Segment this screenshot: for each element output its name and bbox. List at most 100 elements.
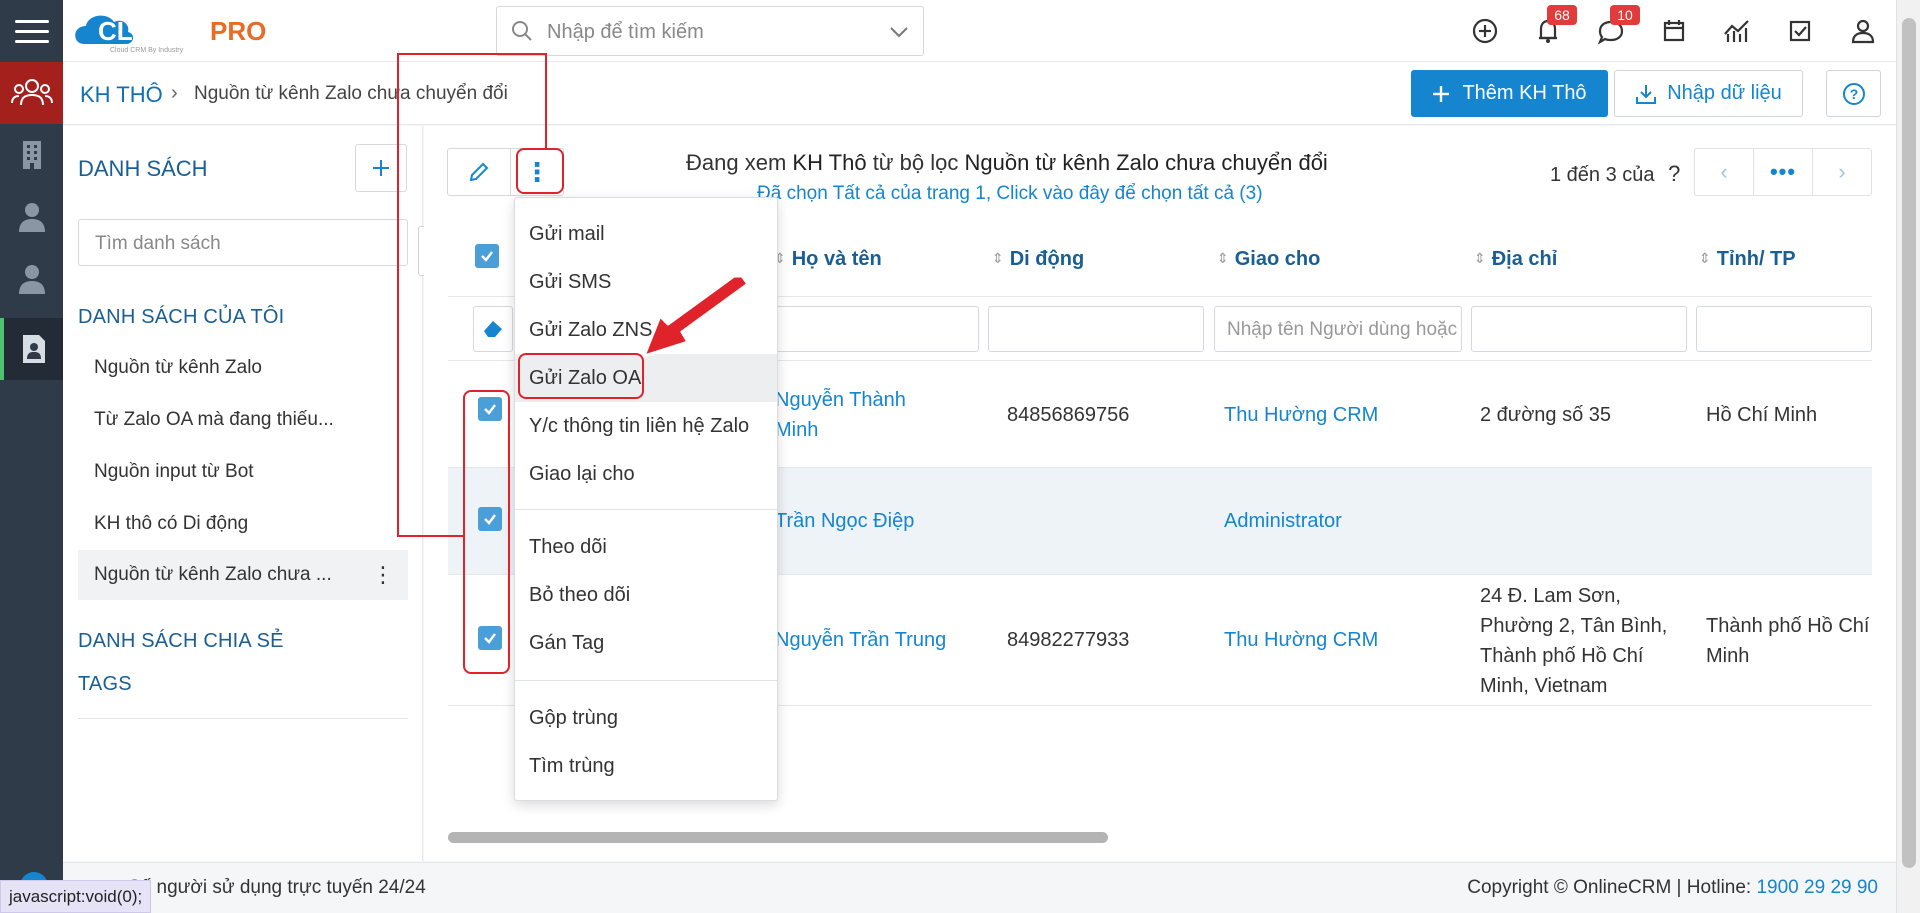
divider xyxy=(515,680,777,681)
messages-badge: 10 xyxy=(1610,5,1640,25)
menu-item-follow[interactable]: Theo dõi xyxy=(515,523,777,571)
filter-city-input[interactable] xyxy=(1696,306,1872,352)
status-bar-url: javascript:void(0); xyxy=(0,880,152,913)
sort-icon: ⇕ xyxy=(1699,250,1711,266)
menu-item-reassign[interactable]: Giao lại cho xyxy=(515,450,777,498)
horizontal-scrollbar[interactable] xyxy=(448,832,1108,843)
menu-icon[interactable] xyxy=(0,0,63,62)
list-item-selected[interactable]: Nguồn từ kênh Zalo chưa ... ⋮ xyxy=(78,550,408,600)
menu-item-unfollow[interactable]: Bỏ theo dõi xyxy=(515,571,777,619)
mass-edit-button[interactable] xyxy=(447,148,511,196)
assignee-link[interactable]: Administrator xyxy=(1224,506,1342,536)
chart-icon[interactable] xyxy=(1720,14,1754,48)
global-search[interactable]: Nhập để tìm kiếm xyxy=(496,6,924,56)
plus-icon xyxy=(373,160,389,176)
highlight-box xyxy=(516,148,564,194)
select-all-checkbox[interactable] xyxy=(475,244,499,268)
online-users-text: Số người sử dụng trực tuyến 24/24 xyxy=(128,877,426,898)
hotline-link[interactable]: 1900 29 29 90 xyxy=(1756,877,1878,898)
chevron-right-icon: › xyxy=(171,82,178,104)
next-page-button[interactable]: › xyxy=(1813,149,1871,195)
highlight-box xyxy=(463,390,510,674)
mobile-cell: 84856869756 xyxy=(1007,404,1130,426)
add-lead-button[interactable]: Thêm KH Thô xyxy=(1411,70,1608,117)
column-header-mobile[interactable]: ⇕ Di động xyxy=(992,248,1084,271)
chevron-down-icon[interactable] xyxy=(889,26,909,38)
add-circle-icon[interactable] xyxy=(1468,14,1502,48)
plus-icon xyxy=(1433,85,1450,102)
cloudpro-logo[interactable]: CLOUD PRO Cloud CRM By Industry xyxy=(70,6,300,54)
my-lists-heading[interactable]: DANH SÁCH CỦA TÔI xyxy=(78,306,284,329)
svg-text:CLOUD: CLOUD xyxy=(98,16,190,46)
lead-name-link[interactable]: Nguyễn Thành Minh xyxy=(775,385,906,445)
lead-name-link[interactable]: Nguyễn Trần Trung xyxy=(775,625,946,655)
page-menu-button[interactable]: ••• xyxy=(1754,149,1813,195)
prev-page-button[interactable]: ‹ xyxy=(1695,149,1754,195)
nav-leads[interactable] xyxy=(0,318,63,380)
shared-lists-heading[interactable]: DANH SÁCH CHIA SẺ xyxy=(78,630,284,653)
filter-name-input[interactable] xyxy=(764,306,979,352)
annotation-line xyxy=(397,53,399,537)
nav-users[interactable] xyxy=(0,248,63,310)
svg-text:Cloud CRM By Industry: Cloud CRM By Industry xyxy=(110,47,184,54)
user-icon[interactable] xyxy=(1846,14,1880,48)
address-cell: 2 đường số 35 xyxy=(1480,404,1612,426)
lead-name-link[interactable]: Trần Ngọc Điệp xyxy=(775,506,914,536)
view-module: KH Thô xyxy=(792,150,867,175)
eraser-icon xyxy=(484,321,502,337)
view-mid: từ bộ lọc xyxy=(866,150,965,175)
list-search-input[interactable]: Tìm danh sách xyxy=(78,219,408,266)
breadcrumb-current: Nguồn từ kênh Zalo chưa chuyển đổi xyxy=(194,83,508,104)
notifications-button[interactable]: 68 xyxy=(1531,5,1577,48)
task-check-icon[interactable] xyxy=(1783,14,1817,48)
tags-heading[interactable]: TAGS xyxy=(78,673,132,696)
column-header-city[interactable]: ⇕ Tỉnh/ TP xyxy=(1699,248,1796,271)
annotation-line xyxy=(545,53,547,148)
column-header-name[interactable]: ⇕ Họ và tên xyxy=(774,248,882,271)
menu-item-merge-duplicates[interactable]: Gộp trùng xyxy=(515,694,777,742)
list-item[interactable]: Từ Zalo OA mà đang thiếu... xyxy=(78,395,408,445)
assignee-link[interactable]: Thu Hường CRM xyxy=(1224,625,1378,655)
vertical-scrollbar[interactable] xyxy=(1896,0,1920,913)
kebab-menu-icon[interactable]: ⋮ xyxy=(372,550,394,600)
select-all-link[interactable]: Đã chọn Tất cả của trang 1, Click vào đâ… xyxy=(757,183,1263,205)
list-item[interactable]: KH thô có Di động xyxy=(78,499,408,549)
nav-organizations[interactable] xyxy=(0,124,63,186)
address-line: Thành phố Hồ Chí xyxy=(1480,645,1644,667)
nav-customers[interactable] xyxy=(0,62,63,124)
clear-filter-button[interactable] xyxy=(473,306,513,352)
module-nav xyxy=(0,62,63,913)
sort-icon: ⇕ xyxy=(992,250,1004,266)
menu-item-request-zalo-info[interactable]: Y/c thông tin liên hệ Zalo xyxy=(515,402,777,450)
calendar-icon[interactable] xyxy=(1657,14,1691,48)
help-button[interactable]: ? xyxy=(1826,70,1881,117)
page-range: 1 đến 3 của xyxy=(1550,164,1655,186)
column-header-assignee[interactable]: ⇕ Giao cho xyxy=(1217,248,1320,271)
scroll-thumb[interactable] xyxy=(1902,18,1916,868)
menu-item-find-duplicates[interactable]: Tìm trùng xyxy=(515,742,777,790)
import-data-button[interactable]: Nhập dữ liệu xyxy=(1614,70,1803,117)
column-header-address[interactable]: ⇕ Địa chỉ xyxy=(1474,248,1557,271)
list-item[interactable]: Nguồn input từ Bot xyxy=(78,447,408,497)
name-line: Minh xyxy=(775,419,819,441)
notifications-badge: 68 xyxy=(1547,5,1577,25)
menu-item-assign-tag[interactable]: Gán Tag xyxy=(515,619,777,667)
page-info: 1 đến 3 của ? xyxy=(1550,161,1680,187)
address-line: 24 Đ. Lam Sơn, xyxy=(1480,585,1621,607)
filter-assignee-input[interactable]: Nhập tên Người dùng hoặc xyxy=(1214,306,1462,352)
messages-button[interactable]: 10 xyxy=(1594,5,1640,48)
breadcrumb-root[interactable]: KH THÔ xyxy=(80,82,163,108)
list-item[interactable]: Nguồn từ kênh Zalo xyxy=(78,343,408,393)
user-person-icon xyxy=(18,265,45,294)
add-list-button[interactable] xyxy=(355,144,407,192)
total-count-button[interactable]: ? xyxy=(1668,161,1680,186)
filter-mobile-input[interactable] xyxy=(988,306,1204,352)
highlight-box xyxy=(518,353,644,399)
assignee-link[interactable]: Thu Hường CRM xyxy=(1224,400,1378,430)
menu-item-send-mail[interactable]: Gửi mail xyxy=(515,210,777,258)
nav-contacts[interactable] xyxy=(0,186,63,248)
arrow-pointer-icon xyxy=(642,274,750,358)
column-label: Địa chỉ xyxy=(1491,248,1558,270)
address-line: Minh, Vietnam xyxy=(1480,675,1608,697)
filter-address-input[interactable] xyxy=(1471,306,1687,352)
